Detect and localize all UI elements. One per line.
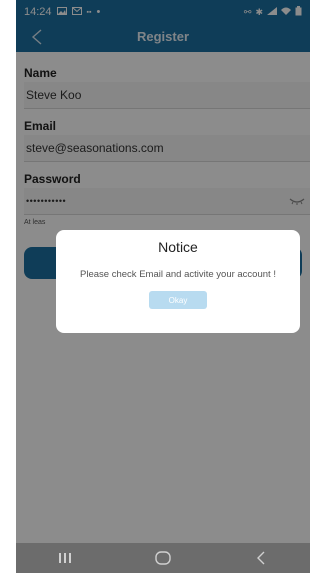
back-nav-button[interactable]	[241, 547, 281, 569]
system-nav-bar	[16, 543, 310, 573]
okay-button[interactable]: Okay	[149, 291, 207, 309]
back-icon	[257, 551, 265, 565]
home-button[interactable]	[143, 547, 183, 569]
phone-screen: 14:24 ▪▪ • ⚯ ✱ Register Name Steve Koo E…	[16, 0, 310, 573]
dialog-title: Notice	[158, 239, 198, 255]
dialog-message: Please check Email and activite your acc…	[80, 269, 276, 280]
recent-apps-button[interactable]	[45, 547, 85, 569]
notice-dialog: Notice Please check Email and activite y…	[56, 230, 300, 333]
recent-apps-icon	[59, 553, 71, 563]
home-icon	[155, 551, 171, 565]
